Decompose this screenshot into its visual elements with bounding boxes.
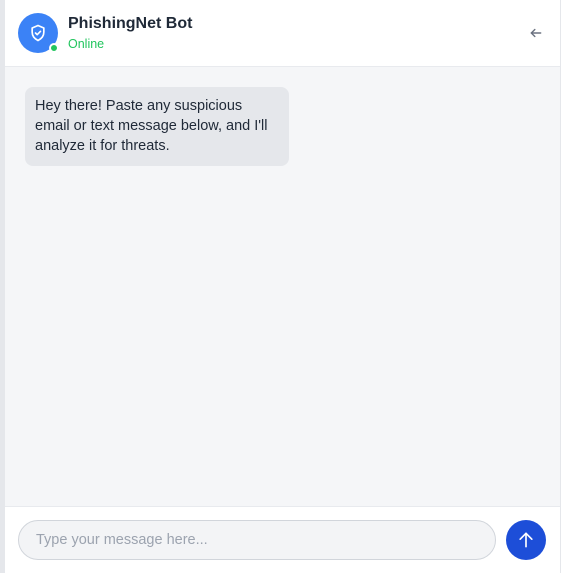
bot-status: Online xyxy=(68,36,105,51)
message-composer xyxy=(5,506,560,573)
back-button[interactable] xyxy=(526,23,546,43)
bot-message-bubble: Hey there! Paste any suspicious email or… xyxy=(25,87,289,166)
arrow-left-icon xyxy=(530,28,542,38)
online-status-dot xyxy=(49,43,59,53)
chat-window: PhishingNet Bot Online Hey there! Paste … xyxy=(5,0,561,573)
message-input[interactable] xyxy=(18,520,496,560)
bot-title-block: PhishingNet Bot Online xyxy=(68,14,192,53)
arrow-up-icon xyxy=(519,532,533,548)
shield-check-icon xyxy=(31,24,45,42)
chat-header: PhishingNet Bot Online xyxy=(5,0,560,67)
message-list: Hey there! Paste any suspicious email or… xyxy=(5,67,560,506)
bot-name: PhishingNet Bot xyxy=(68,14,193,32)
bot-avatar xyxy=(18,13,59,53)
send-button[interactable] xyxy=(506,520,546,560)
